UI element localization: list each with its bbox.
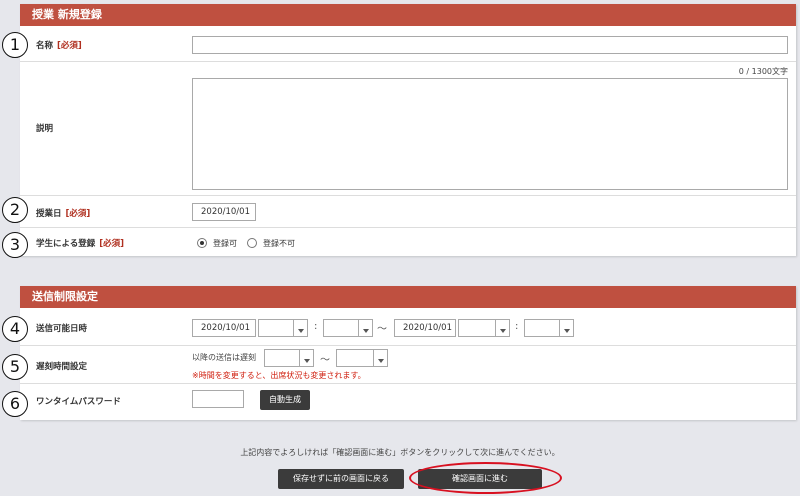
otp-label: ワンタイムパスワード [36, 397, 121, 407]
auto-generate-button[interactable]: 自動生成 [260, 390, 310, 410]
send-window-row: 送信可能日時 2020/10/01 : ～ 2020/10/01 : [20, 308, 796, 346]
otp-input[interactable] [192, 390, 244, 408]
start-hour-select[interactable] [258, 319, 308, 337]
chevron-down-icon [299, 350, 313, 366]
end-hour-select[interactable] [458, 319, 510, 337]
description-textarea[interactable] [192, 78, 788, 190]
send-window-label: 送信可能日時 [36, 324, 88, 334]
name-input[interactable] [192, 36, 788, 54]
radio-deny-label: 登録不可 [263, 239, 295, 248]
char-counter: 0 / 1300文字 [738, 67, 788, 76]
colon: : [314, 321, 318, 332]
highlight-ellipse [409, 462, 562, 494]
annotation-number: 3 [2, 232, 28, 258]
class-register-section: 授業 新規登録 名称 [必須] 0 / 1300文字 説明 授業日 [必須] 202… [20, 4, 796, 256]
annotation-number: 5 [2, 354, 28, 380]
name-row: 名称 [必須] [20, 26, 796, 62]
required-mark: [必須] [99, 239, 125, 249]
back-button[interactable]: 保存せずに前の画面に戻る [278, 469, 404, 489]
date-label: 授業日 [必須] [36, 209, 91, 219]
late-prefix: 以降の送信は遅刻 [192, 353, 256, 362]
required-mark: [必須] [57, 41, 82, 51]
description-row: 0 / 1300文字 説明 [20, 62, 796, 196]
tilde: ～ [320, 355, 330, 366]
chevron-down-icon [559, 320, 573, 336]
name-label: 名称 [必須] [36, 41, 82, 51]
annotation-number: 6 [2, 391, 28, 417]
late-note: ※時間を変更すると、出席状況も変更されます。 [192, 371, 366, 380]
annotation-number: 4 [2, 316, 28, 342]
description-label: 説明 [36, 124, 54, 134]
colon: : [515, 321, 519, 332]
annotation-number: 2 [2, 197, 28, 223]
section-title: 送信制限設定 [20, 286, 796, 308]
date-row: 授業日 [必須] 2020/10/01 [20, 196, 796, 228]
start-date-input[interactable]: 2020/10/01 [192, 319, 256, 337]
chevron-down-icon [293, 320, 307, 336]
otp-row: ワンタイムパスワード 自動生成 [20, 384, 796, 420]
late-row: 遅刻時間設定 以降の送信は遅刻 ～ ※時間を変更すると、出席状況も変更されます。 [20, 346, 796, 384]
late-end-select[interactable] [336, 349, 388, 367]
student-reg-row: 学生による登録 [必須] 登録可 登録不可 [20, 228, 796, 256]
radio-allow[interactable] [197, 238, 207, 248]
late-label: 遅刻時間設定 [36, 362, 88, 372]
annotation-number: 1 [2, 32, 28, 58]
footer-message: 上記内容でよろしければ「確認画面に進む」ボタンをクリックして次に進んでください。 [240, 448, 560, 457]
tilde: ～ [377, 324, 387, 335]
student-reg-label: 学生による登録 [必須] [36, 239, 125, 249]
section-title: 授業 新規登録 [20, 4, 796, 26]
chevron-down-icon [358, 320, 372, 336]
required-mark: [必須] [65, 209, 91, 219]
end-date-input[interactable]: 2020/10/01 [394, 319, 456, 337]
radio-allow-label: 登録可 [213, 239, 237, 248]
late-start-select[interactable] [264, 349, 314, 367]
radio-deny[interactable] [247, 238, 257, 248]
class-date-input[interactable]: 2020/10/01 [192, 203, 256, 221]
start-minute-select[interactable] [323, 319, 373, 337]
chevron-down-icon [373, 350, 387, 366]
send-limit-section: 送信制限設定 送信可能日時 2020/10/01 : ～ 2020/10/01 … [20, 286, 796, 420]
end-minute-select[interactable] [524, 319, 574, 337]
chevron-down-icon [495, 320, 509, 336]
